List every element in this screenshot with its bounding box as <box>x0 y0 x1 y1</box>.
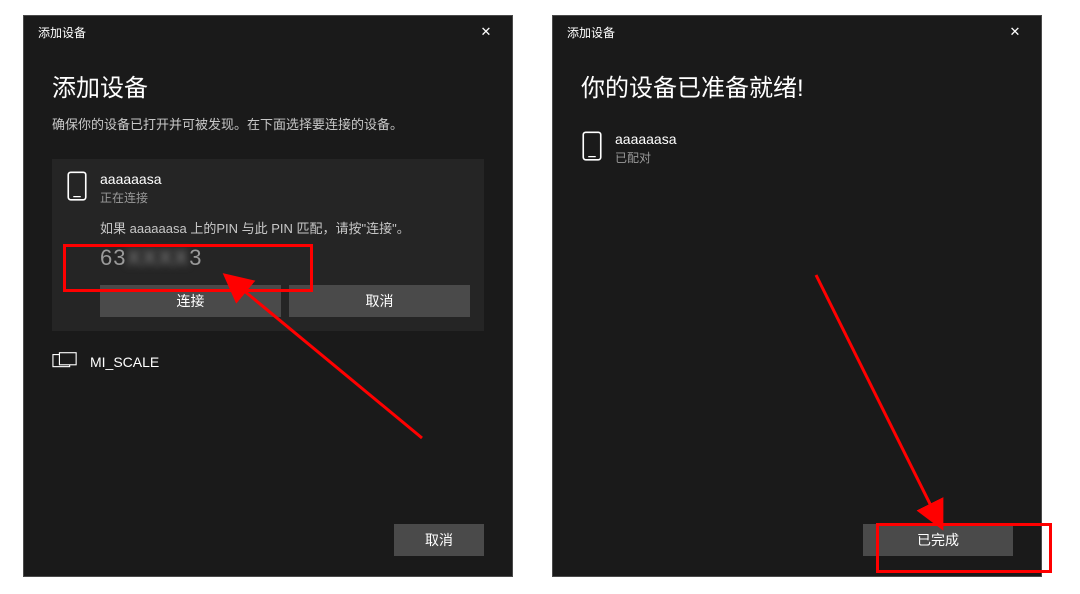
dialog-heading: 添加设备 <box>52 68 484 103</box>
add-device-dialog-connecting: 添加设备 ✕ 添加设备 确保你的设备已打开并可被发现。在下面选择要连接的设备。 … <box>23 15 513 577</box>
footer-cancel-button[interactable]: 取消 <box>394 524 484 556</box>
titlebar: 添加设备 ✕ <box>24 16 512 48</box>
close-button[interactable]: ✕ <box>997 16 1033 48</box>
connect-button[interactable]: 连接 <box>100 285 281 317</box>
close-icon: ✕ <box>481 24 492 40</box>
device-row[interactable]: MI_SCALE <box>52 341 484 381</box>
close-icon: ✕ <box>1010 24 1021 40</box>
device-status: 已配对 <box>615 149 677 166</box>
cancel-button[interactable]: 取消 <box>289 285 470 317</box>
pin-code: 63XXXX3 <box>100 245 470 271</box>
device-row: aaaaaasa 已配对 <box>581 131 1013 166</box>
device-status: 正在连接 <box>100 189 162 206</box>
titlebar-title: 添加设备 <box>38 24 468 41</box>
titlebar-title: 添加设备 <box>567 24 997 41</box>
monitor-icon <box>52 351 78 373</box>
add-device-dialog-ready: 添加设备 ✕ 你的设备已准备就绪! aaaaaasa 已配对 已完成 <box>552 15 1042 577</box>
close-button[interactable]: ✕ <box>468 16 504 48</box>
dialog-heading: 你的设备已准备就绪! <box>581 68 1013 103</box>
titlebar: 添加设备 ✕ <box>553 16 1041 48</box>
device-name: aaaaaasa <box>615 131 677 147</box>
done-button[interactable]: 已完成 <box>863 524 1013 556</box>
phone-icon <box>581 131 603 161</box>
device-name: aaaaaasa <box>100 171 162 187</box>
pin-instruction: 如果 aaaaaasa 上的PIN 与此 PIN 匹配，请按"连接"。 <box>100 218 470 237</box>
dialog-subtext: 确保你的设备已打开并可被发现。在下面选择要连接的设备。 <box>52 115 484 135</box>
phone-icon <box>66 171 88 201</box>
device-name: MI_SCALE <box>90 354 159 370</box>
device-panel: aaaaaasa 正在连接 如果 aaaaaasa 上的PIN 与此 PIN 匹… <box>52 159 484 331</box>
